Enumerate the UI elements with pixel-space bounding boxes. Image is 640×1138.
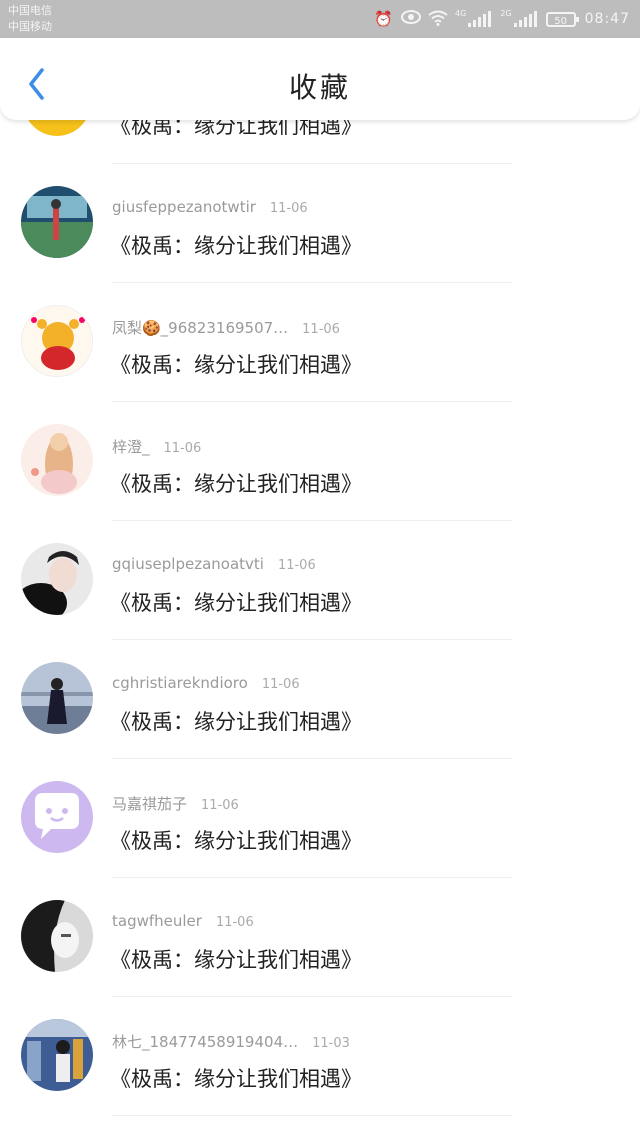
post-title: 《极禹：缘分让我们相遇》 [110, 234, 362, 258]
user-name[interactable]: tagwfheuler [112, 912, 202, 930]
post-date: 11-06 [261, 677, 300, 692]
eye-icon [401, 10, 422, 28]
avatar [21, 186, 93, 258]
signal-icon [513, 11, 537, 27]
item-meta: 梓澄_ 11-06 [112, 436, 201, 457]
post-date: 11-06 [302, 322, 340, 337]
status-bar: 中国电信 中国移动 ⏰ 4G 2G 50 08:47 [0, 0, 640, 38]
user-name[interactable]: 林七_18477458919404… [112, 1033, 298, 1051]
avatar [21, 662, 93, 734]
item-meta: tagwfheuler 11-06 [112, 912, 254, 930]
post-date: 11-06 [201, 798, 239, 813]
list-item[interactable]: giusfeppezanotwtir 11-06 《极禹：缘分让我们相遇》 [0, 164, 640, 284]
network-type-1: 4G [455, 8, 467, 18]
carrier-info: 中国电信 中国移动 [8, 3, 52, 35]
clock: 08:47 [584, 11, 630, 27]
nav-bar: 收藏 [0, 38, 640, 120]
divider [112, 1115, 512, 1116]
post-date: 11-06 [163, 441, 202, 456]
user-name[interactable]: 梓澄_ [112, 438, 150, 456]
list-item[interactable]: gqiuseplpezanoatvti 11-06 《极禹：缘分让我们相遇》 [0, 521, 640, 641]
avatar [21, 1019, 93, 1091]
list-item[interactable]: 梓澄_ 11-06 《极禹：缘分让我们相遇》 [0, 402, 640, 522]
wifi-icon [428, 10, 448, 28]
item-meta: giusfeppezanotwtir 11-06 [112, 198, 308, 216]
item-meta: 马嘉祺茄子 11-06 [112, 793, 239, 814]
signal-icon [468, 11, 492, 27]
user-name[interactable]: cghristiarekndioro [112, 674, 248, 692]
carrier-1: 中国电信 [8, 4, 52, 17]
post-title: 《极禹：缘分让我们相遇》 [110, 1067, 362, 1091]
list-item[interactable]: tagwfheuler 11-06 《极禹：缘分让我们相遇》 [0, 878, 640, 998]
post-date: 11-06 [277, 558, 316, 573]
user-name[interactable]: giusfeppezanotwtir [112, 198, 256, 216]
post-title: 《极禹：缘分让我们相遇》 [110, 591, 362, 615]
page-title: 收藏 [288, 71, 351, 104]
network-type-2: 2G [500, 8, 512, 18]
item-meta: gqiuseplpezanoatvti 11-06 [112, 555, 316, 573]
item-meta: 凤梨🍪_96823169507… 11-06 [112, 317, 340, 338]
post-title: 《极禹：缘分让我们相遇》 [110, 829, 362, 853]
carrier-2: 中国移动 [8, 20, 52, 33]
list-item[interactable]: 马嘉祺茄子 11-06 《极禹：缘分让我们相遇》 [0, 759, 640, 879]
post-date: 11-06 [269, 201, 308, 216]
post-title: 《极禹：缘分让我们相遇》 [110, 472, 362, 496]
post-date: 11-06 [215, 915, 254, 930]
post-date: 11-03 [312, 1036, 350, 1051]
alarm-icon: ⏰ [374, 10, 393, 28]
avatar [21, 543, 93, 615]
battery-icon: 50 [545, 11, 579, 27]
user-name[interactable]: gqiuseplpezanoatvti [112, 555, 264, 573]
list-item[interactable]: 凤梨🍪_96823169507… 11-06 《极禹：缘分让我们相遇》 [0, 283, 640, 403]
post-title: 《极禹：缘分让我们相遇》 [110, 710, 362, 734]
user-name[interactable]: 凤梨🍪_96823169507… [112, 319, 288, 337]
avatar [21, 781, 93, 853]
user-name[interactable]: 马嘉祺茄子 [112, 795, 187, 813]
list-item[interactable]: 林七_18477458919404… 11-03 《极禹：缘分让我们相遇》 [0, 997, 640, 1117]
list-item[interactable]: cghristiarekndioro 11-06 《极禹：缘分让我们相遇》 [0, 640, 640, 760]
avatar [21, 900, 93, 972]
avatar [21, 305, 93, 377]
status-icons: ⏰ 4G 2G 50 08:47 [374, 8, 630, 30]
avatar [21, 424, 93, 496]
post-title: 《极禹：缘分让我们相遇》 [110, 353, 362, 377]
post-title: 《极禹：缘分让我们相遇》 [110, 948, 362, 972]
battery-level: 50 [554, 15, 567, 27]
item-meta: cghristiarekndioro 11-06 [112, 674, 300, 692]
item-meta: 林七_18477458919404… 11-03 [112, 1031, 350, 1052]
